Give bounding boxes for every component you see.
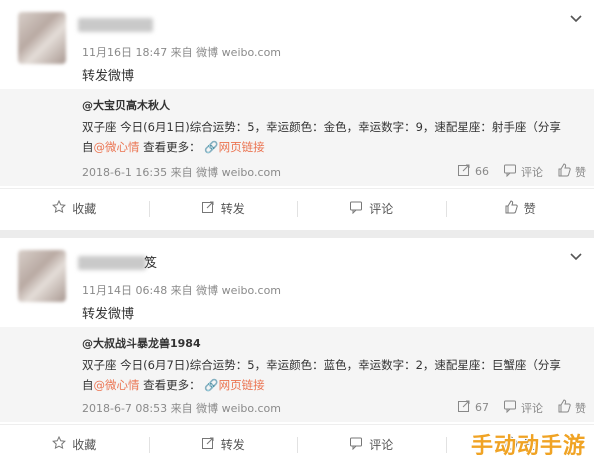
chevron-down-icon[interactable] xyxy=(568,248,584,264)
web-link[interactable]: 🔗网页链接 xyxy=(204,378,264,392)
quoted-line-1: 双子座 今日(6月1日)综合运势：5，幸运颜色：金色，幸运数字：9，速配星座：射… xyxy=(82,120,561,134)
thumbs-up-icon xyxy=(557,399,571,416)
repost-button[interactable]: 转发 xyxy=(148,425,298,464)
quoted-meta: 2018-6-1 16:35 来自 微博 weibo.com xyxy=(82,166,281,179)
quoted-line-2: 自@微心情 查看更多： 🔗网页链接 xyxy=(82,137,582,157)
quoted-post: @大宝贝高木秋人 双子座 今日(6月1日)综合运势：5，幸运颜色：金色，幸运数字… xyxy=(0,89,594,186)
post-text: 转发微博 xyxy=(82,307,135,322)
repost-icon xyxy=(201,436,215,453)
favorite-button[interactable]: 收藏 xyxy=(0,189,149,228)
quoted-like-button[interactable]: 赞 xyxy=(557,399,586,416)
quoted-line-2: 自@微心情 查看更多： 🔗网页链接 xyxy=(82,375,582,395)
mention-link[interactable]: @微心情 xyxy=(94,140,140,154)
link-icon: 🔗 xyxy=(204,378,219,392)
mention-link[interactable]: @微心情 xyxy=(94,378,140,392)
repost-icon xyxy=(201,200,215,217)
quoted-comment-button[interactable]: 评论 xyxy=(503,163,543,180)
quoted-prefix: 自 xyxy=(82,140,94,154)
quoted-like-button[interactable]: 赞 xyxy=(557,163,586,180)
post-action-bar: 收藏 转发 评论 赞 xyxy=(0,188,594,228)
web-link[interactable]: 🔗网页链接 xyxy=(204,140,264,154)
like-button[interactable]: 赞 xyxy=(445,189,594,228)
comment-icon xyxy=(349,436,363,453)
post-meta: 11月14日 06:48 来自 微博 weibo.com xyxy=(82,284,282,297)
star-icon xyxy=(52,199,67,217)
avatar[interactable] xyxy=(18,12,66,64)
quoted-post: @大叔战斗暴龙兽1984 双子座 今日(6月7日)综合运势：5，幸运颜色：蓝色，… xyxy=(0,327,594,422)
username-blurred[interactable] xyxy=(78,18,153,32)
repost-button[interactable]: 转发 xyxy=(148,189,298,228)
avatar[interactable] xyxy=(18,250,66,302)
quoted-username[interactable]: @大叔战斗暴龙兽1984 xyxy=(82,335,201,351)
star-icon xyxy=(52,435,67,453)
comment-icon xyxy=(503,163,517,180)
quoted-repost-button[interactable]: 66 xyxy=(457,163,489,180)
comment-button[interactable]: 评论 xyxy=(297,425,446,464)
link-icon: 🔗 xyxy=(204,140,219,154)
thumbs-up-icon xyxy=(557,163,571,180)
comment-icon xyxy=(503,399,517,416)
quoted-line-1: 双子座 今日(6月7日)综合运势：5，幸运颜色：蓝色，幸运数字：2，速配星座：巨… xyxy=(82,358,561,372)
quoted-actions: 67 评论 赞 xyxy=(457,399,586,416)
post-meta: 11月16日 18:47 来自 微博 weibo.com xyxy=(82,46,282,59)
comment-icon xyxy=(349,200,363,217)
quoted-username[interactable]: @大宝贝高木秋人 xyxy=(82,97,170,113)
quoted-text: 双子座 今日(6月1日)综合运势：5，幸运颜色：金色，幸运数字：9，速配星座：射… xyxy=(82,117,582,157)
thumbs-up-icon xyxy=(504,200,518,217)
quoted-comment-button[interactable]: 评论 xyxy=(503,399,543,416)
favorite-button[interactable]: 收藏 xyxy=(0,425,149,464)
repost-icon xyxy=(457,399,471,416)
quoted-prefix: 自 xyxy=(82,378,94,392)
comment-button[interactable]: 评论 xyxy=(297,189,446,228)
username-suffix[interactable]: 笈 xyxy=(144,252,157,271)
see-more-text: 查看更多： xyxy=(143,140,201,154)
quoted-repost-button[interactable]: 67 xyxy=(457,399,489,416)
repost-icon xyxy=(457,163,471,180)
username-blurred[interactable] xyxy=(78,256,146,270)
see-more-text: 查看更多： xyxy=(143,378,201,392)
watermark-logo: 手动动手游 xyxy=(470,434,586,459)
weibo-post-card: 11月16日 18:47 来自 微博 weibo.com 转发微博 @大宝贝高木… xyxy=(0,0,594,230)
chevron-down-icon[interactable] xyxy=(568,10,584,26)
quoted-meta: 2018-6-7 08:53 来自 微博 weibo.com xyxy=(82,402,281,415)
quoted-actions: 66 评论 赞 xyxy=(457,163,586,180)
post-text: 转发微博 xyxy=(82,69,135,84)
quoted-text: 双子座 今日(6月7日)综合运势：5，幸运颜色：蓝色，幸运数字：2，速配星座：巨… xyxy=(82,355,582,395)
